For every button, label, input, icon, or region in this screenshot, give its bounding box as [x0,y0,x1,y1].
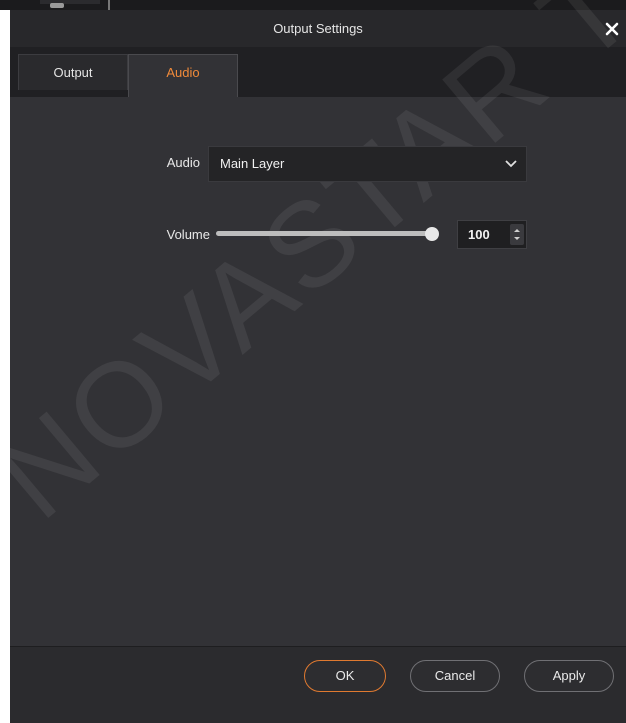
background-window-divider [108,0,110,10]
volume-spinbox[interactable]: 100 [457,220,527,249]
volume-slider-thumb[interactable] [425,227,439,241]
output-settings-dialog: Output Settings Output Audio NOVASTAR TE… [0,0,626,723]
cancel-button[interactable]: Cancel [410,660,500,692]
background-window-strip [0,0,626,10]
dialog-footer: OK Cancel Apply [10,646,626,723]
volume-stepper-arrows[interactable] [510,224,524,245]
up-down-arrows-icon [514,229,520,240]
ok-button[interactable]: OK [304,660,386,692]
close-button[interactable] [602,19,622,39]
chevron-down-icon [505,160,517,168]
volume-slider-fill [216,231,432,236]
dialog-title: Output Settings [273,21,363,36]
audio-source-value: Main Layer [220,156,285,171]
background-window-fragment [50,3,64,8]
apply-button[interactable]: Apply [524,660,614,692]
close-icon [605,22,619,36]
audio-source-dropdown[interactable]: Main Layer [208,146,527,182]
audio-label: Audio [166,155,200,170]
tab-audio[interactable]: Audio [128,54,238,97]
volume-slider[interactable] [216,227,439,241]
tab-output[interactable]: Output [18,54,128,90]
volume-value: 100 [468,227,490,242]
background-window-fragment [40,0,100,4]
volume-label: Volume [166,227,210,242]
